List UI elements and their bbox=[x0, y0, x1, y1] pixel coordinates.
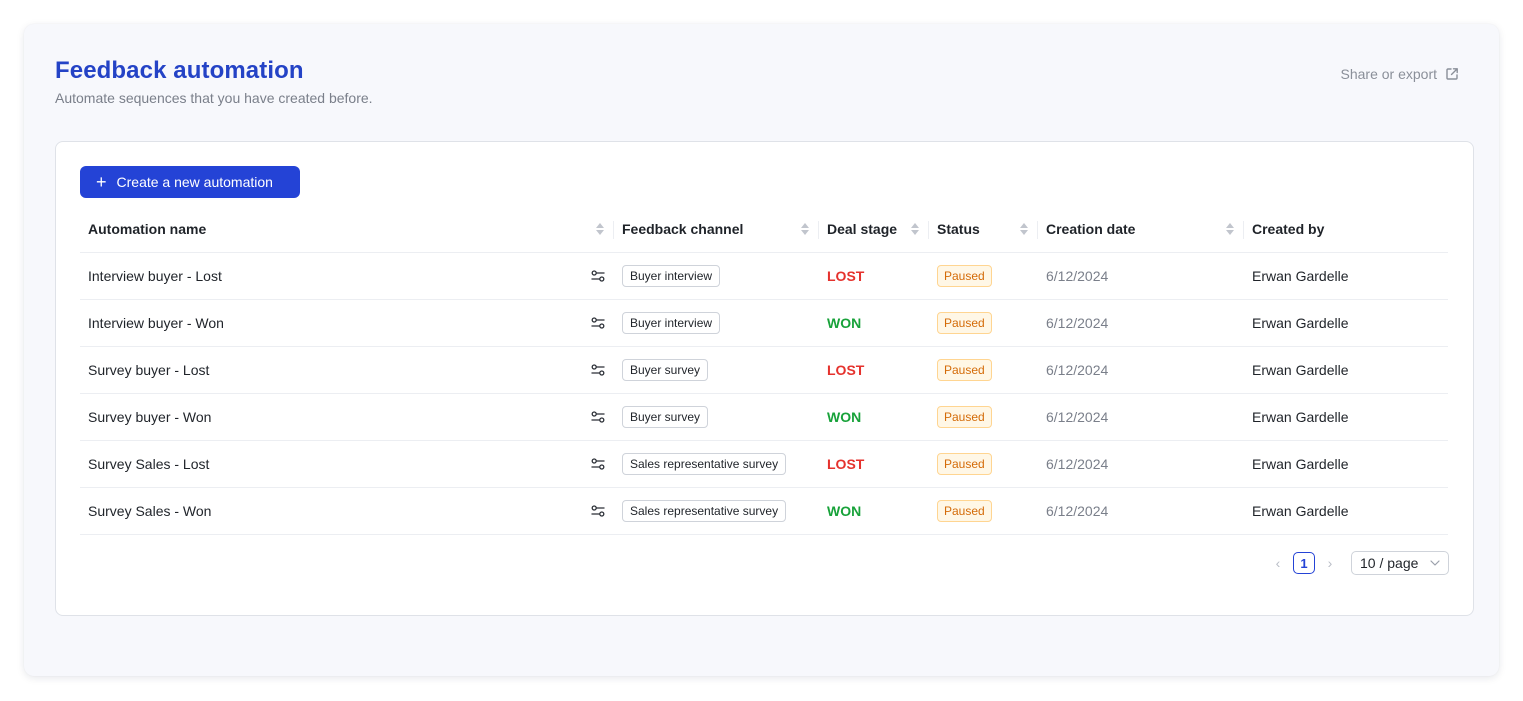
settings-sliders-icon[interactable] bbox=[590, 363, 606, 377]
table-row[interactable]: Interview buyer - Won Buyer interview WO… bbox=[80, 299, 1448, 347]
feedback-channel-tag: Sales representative survey bbox=[622, 500, 787, 522]
settings-sliders-icon[interactable] bbox=[590, 410, 606, 424]
creation-date: 6/12/2024 bbox=[1038, 346, 1244, 394]
chevron-down-icon bbox=[1430, 560, 1440, 566]
automations-table: Automation name Feedback channel Deal st… bbox=[80, 206, 1448, 535]
automation-panel: Feedback automation Automate sequences t… bbox=[24, 24, 1499, 676]
sort-icon[interactable] bbox=[596, 223, 604, 235]
sort-icon[interactable] bbox=[801, 223, 809, 235]
status-badge: Paused bbox=[937, 453, 992, 475]
created-by: Erwan Gardelle bbox=[1244, 440, 1448, 488]
sort-icon[interactable] bbox=[1020, 223, 1028, 235]
settings-sliders-icon[interactable] bbox=[590, 316, 606, 330]
creation-date: 6/12/2024 bbox=[1038, 440, 1244, 488]
deal-stage: WON bbox=[827, 315, 862, 331]
deal-stage: WON bbox=[827, 409, 862, 425]
created-by: Erwan Gardelle bbox=[1244, 487, 1448, 535]
table-row[interactable]: Survey Sales - Won Sales representative … bbox=[80, 487, 1448, 535]
automation-table-card: + Create a new automation Automation nam… bbox=[55, 141, 1474, 616]
chevron-left-icon[interactable]: ‹ bbox=[1271, 555, 1285, 571]
chevron-right-icon[interactable]: › bbox=[1323, 555, 1337, 571]
feedback-channel-tag: Sales representative survey bbox=[622, 453, 787, 475]
sort-icon[interactable] bbox=[911, 223, 919, 235]
status-badge: Paused bbox=[937, 500, 992, 522]
status-badge: Paused bbox=[937, 359, 992, 381]
automation-name: Survey buyer - Lost bbox=[88, 362, 210, 378]
page-number-current[interactable]: 1 bbox=[1293, 552, 1315, 574]
column-header-deal-stage[interactable]: Deal stage bbox=[819, 206, 929, 253]
table-row[interactable]: Survey buyer - Won Buyer survey WON Paus… bbox=[80, 393, 1448, 441]
table-row[interactable]: Survey buyer - Lost Buyer survey LOST Pa… bbox=[80, 346, 1448, 394]
automation-name: Survey buyer - Won bbox=[88, 409, 212, 425]
page-size-value: 10 / page bbox=[1360, 555, 1419, 571]
status-badge: Paused bbox=[937, 312, 992, 334]
page-size-select[interactable]: 10 / page bbox=[1351, 551, 1449, 575]
deal-stage: WON bbox=[827, 503, 862, 519]
table-header-row: Automation name Feedback channel Deal st… bbox=[80, 206, 1448, 253]
column-header-creation-date[interactable]: Creation date bbox=[1038, 206, 1244, 253]
page-title: Feedback automation bbox=[55, 57, 304, 84]
column-header-created-by: Created by bbox=[1244, 206, 1448, 253]
creation-date: 6/12/2024 bbox=[1038, 252, 1244, 300]
column-header-automation-name[interactable]: Automation name bbox=[80, 206, 614, 253]
creation-date: 6/12/2024 bbox=[1038, 299, 1244, 347]
created-by: Erwan Gardelle bbox=[1244, 299, 1448, 347]
feedback-channel-tag: Buyer interview bbox=[622, 265, 721, 287]
table-row[interactable]: Survey Sales - Lost Sales representative… bbox=[80, 440, 1448, 488]
automation-name: Interview buyer - Won bbox=[88, 315, 224, 331]
deal-stage: LOST bbox=[827, 268, 865, 284]
create-automation-button[interactable]: + Create a new automation bbox=[80, 166, 300, 198]
status-badge: Paused bbox=[937, 265, 992, 287]
status-badge: Paused bbox=[937, 406, 992, 428]
automation-name: Survey Sales - Lost bbox=[88, 456, 210, 472]
share-export-link[interactable]: Share or export bbox=[1341, 66, 1460, 82]
pagination: ‹ 1 › 10 / page bbox=[1271, 551, 1449, 575]
feedback-channel-tag: Buyer survey bbox=[622, 359, 709, 381]
settings-sliders-icon[interactable] bbox=[590, 504, 606, 518]
creation-date: 6/12/2024 bbox=[1038, 487, 1244, 535]
settings-sliders-icon[interactable] bbox=[590, 269, 606, 283]
column-header-status[interactable]: Status bbox=[929, 206, 1038, 253]
deal-stage: LOST bbox=[827, 456, 865, 472]
share-export-label: Share or export bbox=[1340, 66, 1438, 82]
deal-stage: LOST bbox=[827, 362, 865, 378]
sort-icon[interactable] bbox=[1226, 223, 1234, 235]
external-link-icon bbox=[1446, 68, 1458, 80]
automation-name: Survey Sales - Won bbox=[88, 503, 212, 519]
table-row[interactable]: Interview buyer - Lost Buyer interview L… bbox=[80, 252, 1448, 300]
column-header-feedback-channel[interactable]: Feedback channel bbox=[614, 206, 819, 253]
page-subtitle: Automate sequences that you have created… bbox=[55, 90, 373, 106]
created-by: Erwan Gardelle bbox=[1244, 252, 1448, 300]
creation-date: 6/12/2024 bbox=[1038, 393, 1244, 441]
settings-sliders-icon[interactable] bbox=[590, 457, 606, 471]
automation-name: Interview buyer - Lost bbox=[88, 268, 222, 284]
create-automation-label: Create a new automation bbox=[116, 174, 273, 190]
created-by: Erwan Gardelle bbox=[1244, 393, 1448, 441]
plus-icon: + bbox=[96, 171, 107, 192]
feedback-channel-tag: Buyer survey bbox=[622, 406, 709, 428]
created-by: Erwan Gardelle bbox=[1244, 346, 1448, 394]
feedback-channel-tag: Buyer interview bbox=[622, 312, 721, 334]
